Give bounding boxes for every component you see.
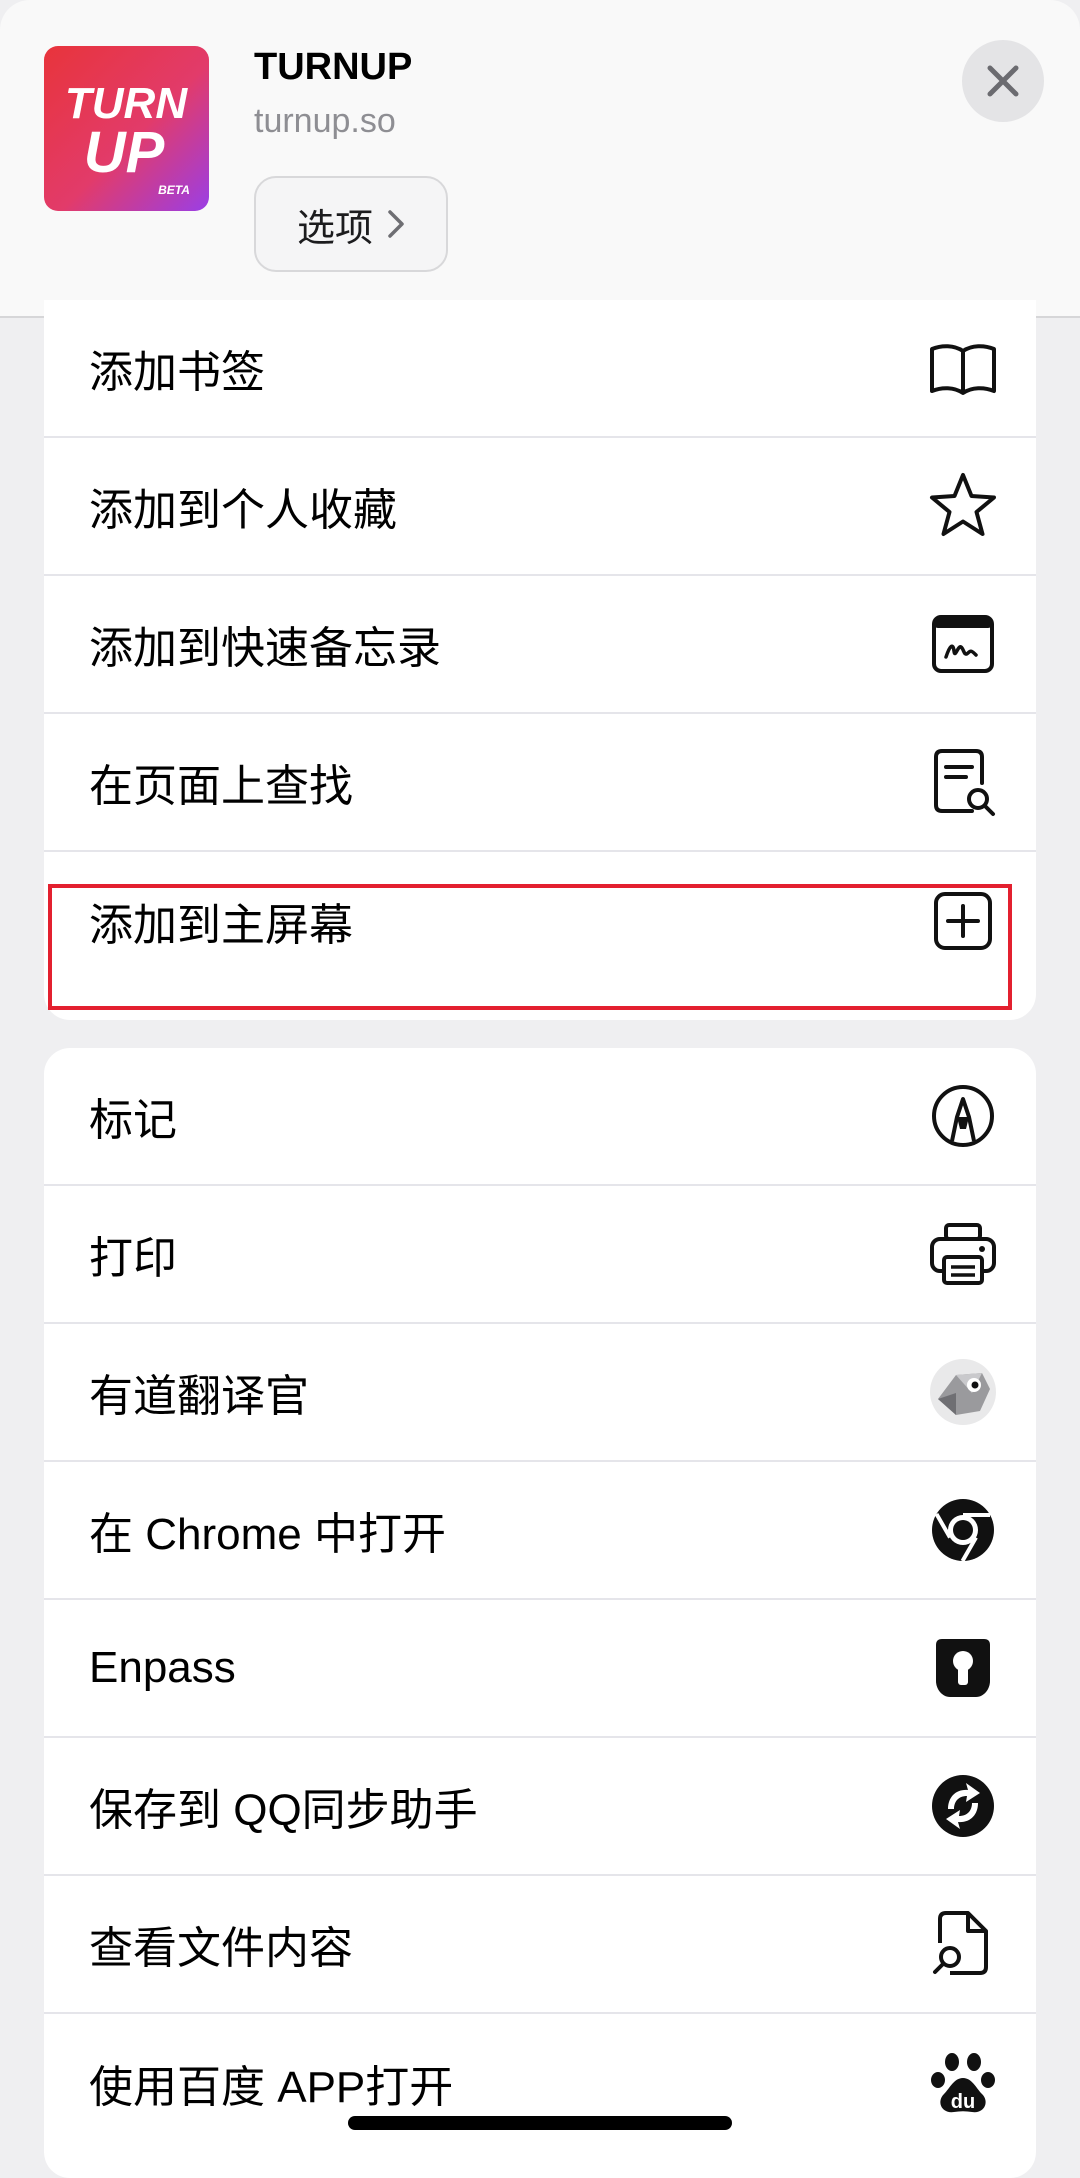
options-label: 选项 (296, 207, 373, 250)
app-logo: TURN UP BETA (44, 46, 209, 211)
menu-item-label: 在 Chrome 中打开 (89, 1510, 446, 1559)
sync-icon (926, 1769, 1000, 1843)
markup-icon (926, 1079, 1000, 1153)
menu-item-qq-sync[interactable]: 保存到 QQ同步助手 (44, 1738, 1036, 1876)
baidu-icon: du (926, 2046, 1000, 2120)
menu-item-markup[interactable]: 标记 (44, 1048, 1036, 1186)
close-button[interactable] (962, 40, 1044, 122)
menu-item-label: 保存到 QQ同步助手 (89, 1786, 478, 1835)
menu-item-label: 查看文件内容 (89, 1924, 353, 1973)
menu-item-label: Enpass (89, 1643, 236, 1692)
menu-item-label: 添加书签 (89, 348, 265, 397)
menu-item-label: 打印 (89, 1234, 177, 1283)
menu-item-open-with-baidu[interactable]: 使用百度 APP打开 du (44, 2014, 1036, 2152)
printer-icon (926, 1217, 1000, 1291)
menu-group-1: 添加书签 添加到个人收藏 添加到快速备忘录 在页面上查找 添加到主屏幕 (44, 300, 1036, 1020)
home-indicator[interactable] (348, 2116, 732, 2130)
chrome-icon (926, 1493, 1000, 1567)
menu-item-add-favorites[interactable]: 添加到个人收藏 (44, 438, 1036, 576)
share-sheet-header: TURN UP BETA TURNUP turnup.so 选项 (0, 0, 1080, 318)
menu-item-label: 添加到主屏幕 (89, 901, 353, 950)
menu-item-label: 添加到快速备忘录 (89, 624, 441, 673)
menu-item-open-in-chrome[interactable]: 在 Chrome 中打开 (44, 1462, 1036, 1600)
menu-item-print[interactable]: 打印 (44, 1186, 1036, 1324)
app-title: TURNUP (254, 46, 413, 88)
svg-text:du: du (951, 2091, 975, 2113)
menu-item-label: 添加到个人收藏 (89, 486, 397, 535)
add-square-icon (926, 884, 1000, 958)
logo-badge: BETA (158, 183, 190, 197)
menu-item-find-on-page[interactable]: 在页面上查找 (44, 714, 1036, 852)
options-button[interactable]: 选项 (254, 176, 448, 272)
menu-item-add-quick-note[interactable]: 添加到快速备忘录 (44, 576, 1036, 714)
menu-item-label: 标记 (89, 1096, 177, 1145)
youdao-icon (926, 1355, 1000, 1429)
menu-item-enpass[interactable]: Enpass (44, 1600, 1036, 1738)
menu-item-view-file-content[interactable]: 查看文件内容 (44, 1876, 1036, 2014)
close-icon (987, 65, 1019, 97)
star-icon (926, 469, 1000, 543)
menu-item-label: 有道翻译官 (89, 1372, 309, 1421)
menu-item-add-bookmark[interactable]: 添加书签 (44, 300, 1036, 438)
app-url: turnup.so (254, 102, 396, 140)
file-search-icon (926, 1907, 1000, 1981)
menu-item-add-to-home-screen[interactable]: 添加到主屏幕 (44, 852, 1036, 990)
enpass-icon (926, 1631, 1000, 1705)
menu-item-label: 使用百度 APP打开 (89, 2063, 454, 2112)
menu-group-2: 标记 打印 有道翻译官 在 Chrome 中打开 Enpass 保存到 QQ同步… (44, 1048, 1036, 2178)
find-on-page-icon (926, 745, 1000, 819)
quick-note-icon (926, 607, 1000, 681)
menu-item-label: 在页面上查找 (89, 762, 353, 811)
chevron-right-icon (388, 210, 404, 238)
menu-item-youdao[interactable]: 有道翻译官 (44, 1324, 1036, 1462)
book-icon (926, 331, 1000, 405)
logo-text-bottom: UP (84, 120, 165, 185)
